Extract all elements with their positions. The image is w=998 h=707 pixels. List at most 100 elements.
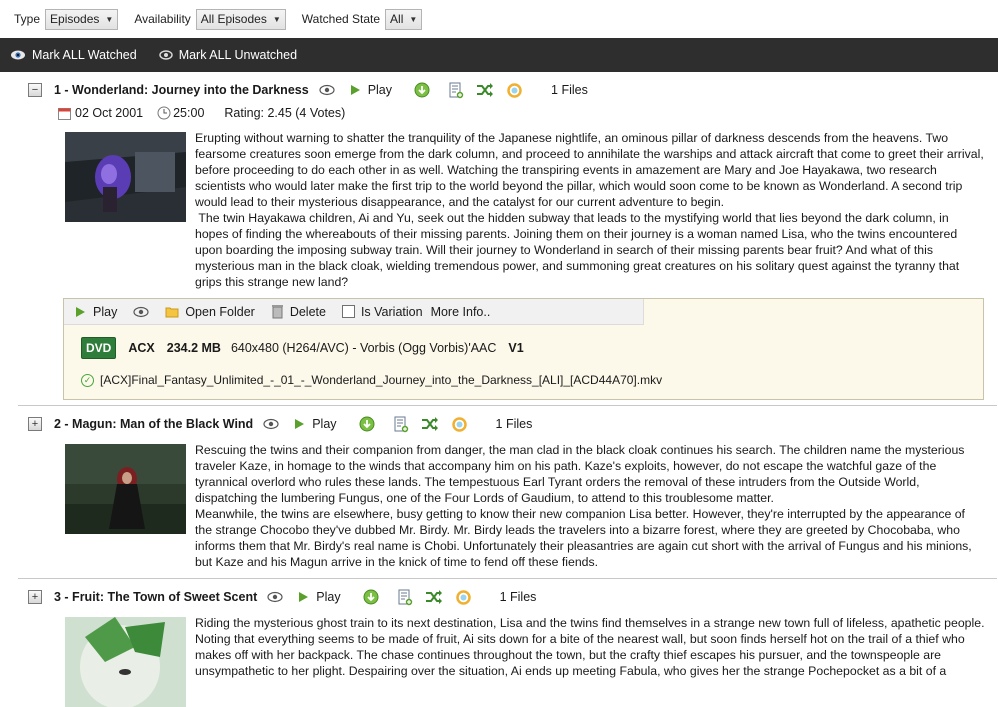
episode-body: Erupting without warning to shatter the … (18, 130, 997, 290)
play-button[interactable]: Play (299, 590, 341, 604)
file-size: 234.2 MB (166, 341, 221, 355)
episode-header: + 3 - Fruit: The Town of Sweet Scent Pla… (18, 585, 997, 609)
play-icon (76, 306, 85, 317)
air-date: 02 Oct 2001 (58, 106, 143, 120)
mark-all-unwatched-button[interactable]: Mark ALL Unwatched (158, 48, 298, 62)
folder-icon (165, 307, 179, 317)
download-icon[interactable] (363, 589, 379, 605)
mark-all-watched-label: Mark ALL Watched (32, 48, 137, 62)
play-icon (295, 419, 305, 429)
availability-select[interactable]: All Episodes ▼ (195, 8, 286, 30)
mark-all-watched-button[interactable]: Mark ALL Watched (10, 48, 137, 62)
filter-bar: Type Episodes ▼ Availability All Episodes… (0, 0, 998, 38)
episode-thumbnail[interactable] (65, 617, 186, 707)
chevron-down-icon: ▼ (105, 14, 114, 24)
file-watched-button[interactable] (133, 306, 149, 318)
refresh-icon[interactable] (506, 82, 523, 99)
episode-title[interactable]: 3 - Fruit: The Town of Sweet Scent (54, 590, 257, 604)
clock-icon (157, 106, 171, 120)
refresh-icon[interactable] (455, 589, 472, 606)
video-info: 640x480 (H264/AVC) - Vorbis (Ogg Vorbis)… (230, 341, 497, 355)
checkbox-box[interactable] (341, 305, 355, 318)
shuffle-icon[interactable] (421, 417, 439, 431)
file-version: V1 (508, 341, 524, 355)
refresh-icon[interactable] (451, 416, 468, 433)
air-date-text: 02 Oct 2001 (75, 106, 144, 120)
watched-state-select-value: All (390, 12, 404, 26)
watched-state-label: Watched State (301, 12, 381, 26)
add-to-playlist-icon[interactable] (397, 589, 413, 606)
files-count: 1 Files (499, 590, 537, 604)
expand-toggle[interactable]: + (28, 590, 42, 604)
mark-all-unwatched-label: Mark ALL Unwatched (178, 48, 298, 62)
files-count: 1 Files (551, 83, 588, 97)
episode-description: Erupting without warning to shatter the … (195, 131, 984, 289)
shuffle-icon[interactable] (476, 83, 494, 97)
type-select[interactable]: Episodes ▼ (45, 8, 119, 30)
more-info-button[interactable]: More Info.. (431, 305, 491, 319)
file-toolbar: Play Open Folder Delete Is Variation Mor… (64, 299, 644, 325)
add-to-playlist-icon[interactable] (448, 82, 464, 99)
duration-text: 25:00 (173, 106, 205, 120)
watched-eye-icon[interactable] (267, 591, 283, 603)
episode-body: Riding the mysterious ghost train to its… (18, 615, 997, 707)
add-to-playlist-icon[interactable] (393, 416, 409, 433)
type-label: Type (14, 12, 41, 26)
collapse-toggle[interactable]: − (28, 83, 42, 97)
open-folder-label: Open Folder (185, 304, 255, 319)
episode-description: Rescuing the twins and their companion f… (195, 443, 972, 569)
watched-state-select[interactable]: All ▼ (385, 8, 423, 30)
file-info-row: DVD ACX 234.2 MB 640x480 (H264/AVC) - Vo… (81, 337, 524, 359)
file-play-label: Play (93, 304, 118, 319)
file-play-button[interactable]: Play (76, 305, 117, 319)
download-icon[interactable] (359, 416, 375, 432)
eye-icon (133, 306, 149, 317)
episode-title[interactable]: 2 - Magun: Man of the Black Wind (54, 417, 253, 431)
episode-item: + 3 - Fruit: The Town of Sweet Scent Pla… (18, 578, 997, 707)
is-variation-checkbox[interactable]: Is Variation (341, 304, 423, 319)
shuffle-icon[interactable] (425, 590, 443, 604)
file-panel: Play Open Folder Delete Is Variation Mor… (63, 298, 984, 400)
play-button[interactable]: Play (350, 83, 393, 97)
episode-thumbnail[interactable] (65, 132, 186, 222)
trash-icon (271, 305, 283, 319)
action-bar: Mark ALL Watched Mark ALL Unwatched (0, 38, 998, 72)
check-circle-icon: ✓ (81, 373, 94, 387)
play-label: Play (312, 417, 337, 431)
eye-icon (11, 50, 25, 60)
delete-button[interactable]: Delete (271, 304, 326, 319)
availability-label: Availability (134, 12, 191, 26)
episode-description: Riding the mysterious ghost train to its… (195, 616, 988, 678)
expand-toggle[interactable]: + (28, 417, 42, 431)
calendar-icon (58, 107, 71, 120)
file-name[interactable]: [ACX]Final_Fantasy_Unlimited_-_01_-_Wond… (100, 373, 662, 387)
rating: Rating: 2.45 (4 Votes) (224, 106, 346, 120)
episode-item: + 2 - Magun: Man of the Black Wind Play … (18, 405, 997, 570)
episode-body: Rescuing the twins and their companion f… (18, 442, 997, 570)
type-select-value: Episodes (50, 12, 100, 26)
episode-title[interactable]: 1 - Wonderland: Journey into the Darknes… (54, 83, 309, 97)
play-label: Play (367, 83, 393, 97)
play-button[interactable]: Play (295, 417, 337, 431)
watched-eye-icon[interactable] (263, 418, 279, 430)
watched-eye-icon[interactable] (319, 84, 335, 96)
open-folder-button[interactable]: Open Folder (165, 304, 255, 319)
play-icon (350, 85, 360, 95)
source-badge: DVD (81, 337, 117, 359)
episode-header: + 2 - Magun: Man of the Black Wind Play … (18, 412, 997, 436)
play-label: Play (316, 590, 341, 604)
is-variation-label: Is Variation (360, 304, 423, 319)
availability-select-value: All Episodes (200, 12, 267, 26)
chevron-down-icon: ▼ (272, 14, 281, 24)
chevron-down-icon: ▼ (409, 14, 418, 24)
play-icon (299, 592, 309, 602)
release-group: ACX (128, 341, 155, 355)
eye-closed-icon (158, 50, 173, 60)
download-icon[interactable] (414, 82, 430, 98)
file-name-row: ✓ [ACX]Final_Fantasy_Unlimited_-_01_-_Wo… (81, 373, 662, 387)
files-count: 1 Files (495, 417, 533, 431)
episode-item: − 1 - Wonderland: Journey into the Darkn… (18, 78, 997, 400)
episode-header: − 1 - Wonderland: Journey into the Darkn… (18, 78, 997, 102)
episode-thumbnail[interactable] (65, 444, 186, 534)
episode-meta: 02 Oct 2001 25:00 Rating: 2.45 (4 Votes) (18, 102, 997, 124)
